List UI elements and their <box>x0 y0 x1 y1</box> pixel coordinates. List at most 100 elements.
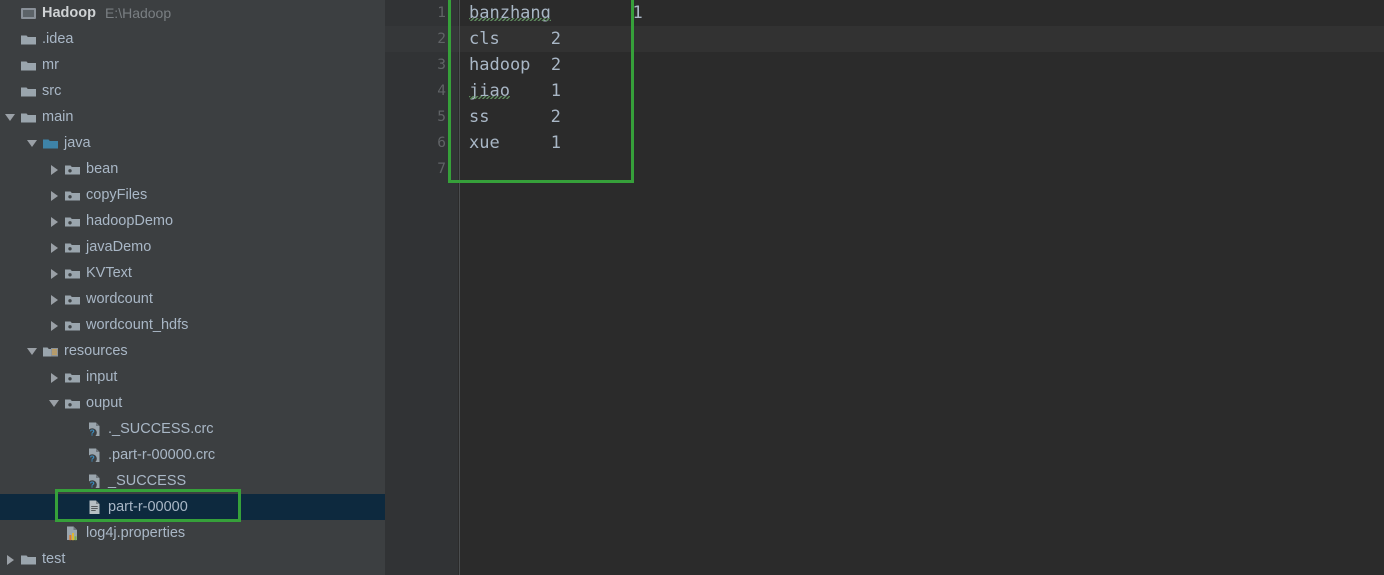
tree-item-wordcount[interactable]: wordcount <box>0 286 385 312</box>
tree-item-label: log4j.properties <box>86 525 186 541</box>
code-line[interactable]: banzhang 1 <box>469 0 643 26</box>
tree-item-label: .part-r-00000.crc <box>108 447 216 463</box>
tree-item-src[interactable]: src <box>0 78 385 104</box>
resources-folder-icon <box>42 343 59 360</box>
chevron-right-icon[interactable] <box>48 293 61 306</box>
chevron-right-icon[interactable] <box>48 319 61 332</box>
tree-item-label: _SUCCESS <box>108 473 187 489</box>
svg-text:?: ? <box>90 453 95 463</box>
tree-item-success[interactable]: ? _SUCCESS <box>0 468 385 494</box>
tree-item-label: resources <box>64 343 128 359</box>
tree-item-log4j-properties[interactable]: log4j.properties <box>0 520 385 546</box>
spellcheck-typo: banzhang <box>469 3 551 23</box>
code-line[interactable]: hadoop 2 <box>469 52 561 78</box>
tree-item-label: .idea <box>42 31 74 47</box>
tree-item-label: copyFiles <box>86 187 148 203</box>
project-tool-window[interactable]: Hadoop E:\Hadoop .idea mr src main java bean cop… <box>0 0 385 575</box>
tree-item-label: java <box>64 135 91 151</box>
text-file-icon <box>86 499 103 516</box>
line-number: 1 <box>437 5 446 21</box>
chevron-right-icon[interactable] <box>48 215 61 228</box>
tree-item-copyfiles[interactable]: copyFiles <box>0 182 385 208</box>
chevron-right-icon[interactable] <box>48 189 61 202</box>
tree-item-label: wordcount_hdfs <box>86 317 189 333</box>
line-number: 5 <box>437 109 446 125</box>
tree-item-java[interactable]: java <box>0 130 385 156</box>
package-folder-icon <box>64 369 81 386</box>
package-folder-icon <box>64 213 81 230</box>
folder-icon <box>20 31 37 48</box>
chevron-right-icon[interactable] <box>4 553 17 566</box>
package-folder-icon <box>64 265 81 282</box>
tree-item-label: part-r-00000 <box>108 499 188 515</box>
unknown-file-icon: ? <box>86 473 103 490</box>
chevron-down-icon[interactable] <box>26 345 39 358</box>
project-root-path: E:\Hadoop <box>104 5 172 21</box>
unknown-file-icon: ? <box>86 421 103 438</box>
properties-file-icon <box>64 525 81 542</box>
package-folder-icon <box>64 395 81 412</box>
tree-item-hadoopdemo[interactable]: hadoopDemo <box>0 208 385 234</box>
line-number: 7 <box>437 161 446 177</box>
chevron-right-icon[interactable] <box>48 241 61 254</box>
folder-icon <box>20 83 37 100</box>
chevron-down-icon[interactable] <box>48 397 61 410</box>
code-line[interactable]: ss 2 <box>469 104 561 130</box>
tree-item-success-crc[interactable]: ? ._SUCCESS.crc <box>0 416 385 442</box>
tree-item-wordcount-hdfs[interactable]: wordcount_hdfs <box>0 312 385 338</box>
editor-gutter[interactable]: 1 2 3 4 5 6 7 <box>385 0 458 575</box>
tree-item-part-r-00000-crc[interactable]: ? .part-r-00000.crc <box>0 442 385 468</box>
chevron-right-icon[interactable] <box>48 371 61 384</box>
code-line[interactable]: jiao 1 <box>469 78 561 104</box>
chevron-down-icon[interactable] <box>26 137 39 150</box>
tree-item-resources[interactable]: resources <box>0 338 385 364</box>
package-folder-icon <box>64 317 81 334</box>
tree-item-mr[interactable]: mr <box>0 52 385 78</box>
tree-item-hadoop[interactable]: Hadoop E:\Hadoop <box>0 0 385 26</box>
package-folder-icon <box>64 187 81 204</box>
tree-item-label: Hadoop <box>42 5 96 21</box>
tree-item-part-r-00000[interactable]: part-r-00000 <box>0 494 385 520</box>
tree-item-kvtext[interactable]: KVText <box>0 260 385 286</box>
tree-item-bean[interactable]: bean <box>0 156 385 182</box>
folder-icon <box>20 551 37 568</box>
chevron-down-icon[interactable] <box>4 111 17 124</box>
spellcheck-typo: jiao <box>469 81 510 101</box>
tree-item-label: javaDemo <box>86 239 152 255</box>
package-folder-icon <box>64 291 81 308</box>
folder-icon <box>20 109 37 126</box>
chevron-right-icon[interactable] <box>48 163 61 176</box>
folder-icon <box>20 57 37 74</box>
tree-item-test[interactable]: test <box>0 546 385 572</box>
tree-item-main[interactable]: main <box>0 104 385 130</box>
line-number: 6 <box>437 135 446 151</box>
tree-item-label: KVText <box>86 265 132 281</box>
line-number: 4 <box>437 83 446 99</box>
tree-item-label: ._SUCCESS.crc <box>108 421 214 437</box>
tree-item-input[interactable]: input <box>0 364 385 390</box>
chevron-right-icon[interactable] <box>48 267 61 280</box>
tree-item-ouput[interactable]: ouput <box>0 390 385 416</box>
svg-text:?: ? <box>90 479 95 489</box>
tree-item-label: ouput <box>86 395 123 411</box>
package-folder-icon <box>64 161 81 178</box>
tree-item-idea[interactable]: .idea <box>0 26 385 52</box>
source-folder-icon <box>42 135 59 152</box>
tree-item-label: mr <box>42 57 59 73</box>
tree-item-label: input <box>86 369 118 385</box>
tree-item-label: hadoopDemo <box>86 213 174 229</box>
code-line[interactable]: cls 2 <box>469 26 561 52</box>
editor-pane[interactable]: 1 2 3 4 5 6 7 banzhang 1 cls 2 hadoop 2 jiao 1 ss 2 xue 1 <box>385 0 1384 575</box>
project-root-icon <box>20 5 37 22</box>
tree-item-label: main <box>42 109 74 125</box>
project-tree[interactable]: Hadoop E:\Hadoop .idea mr src main java bean cop… <box>0 0 385 572</box>
line-number: 2 <box>437 31 446 47</box>
code-line[interactable]: xue 1 <box>469 130 561 156</box>
svg-text:?: ? <box>90 427 95 437</box>
tree-item-javademo[interactable]: javaDemo <box>0 234 385 260</box>
